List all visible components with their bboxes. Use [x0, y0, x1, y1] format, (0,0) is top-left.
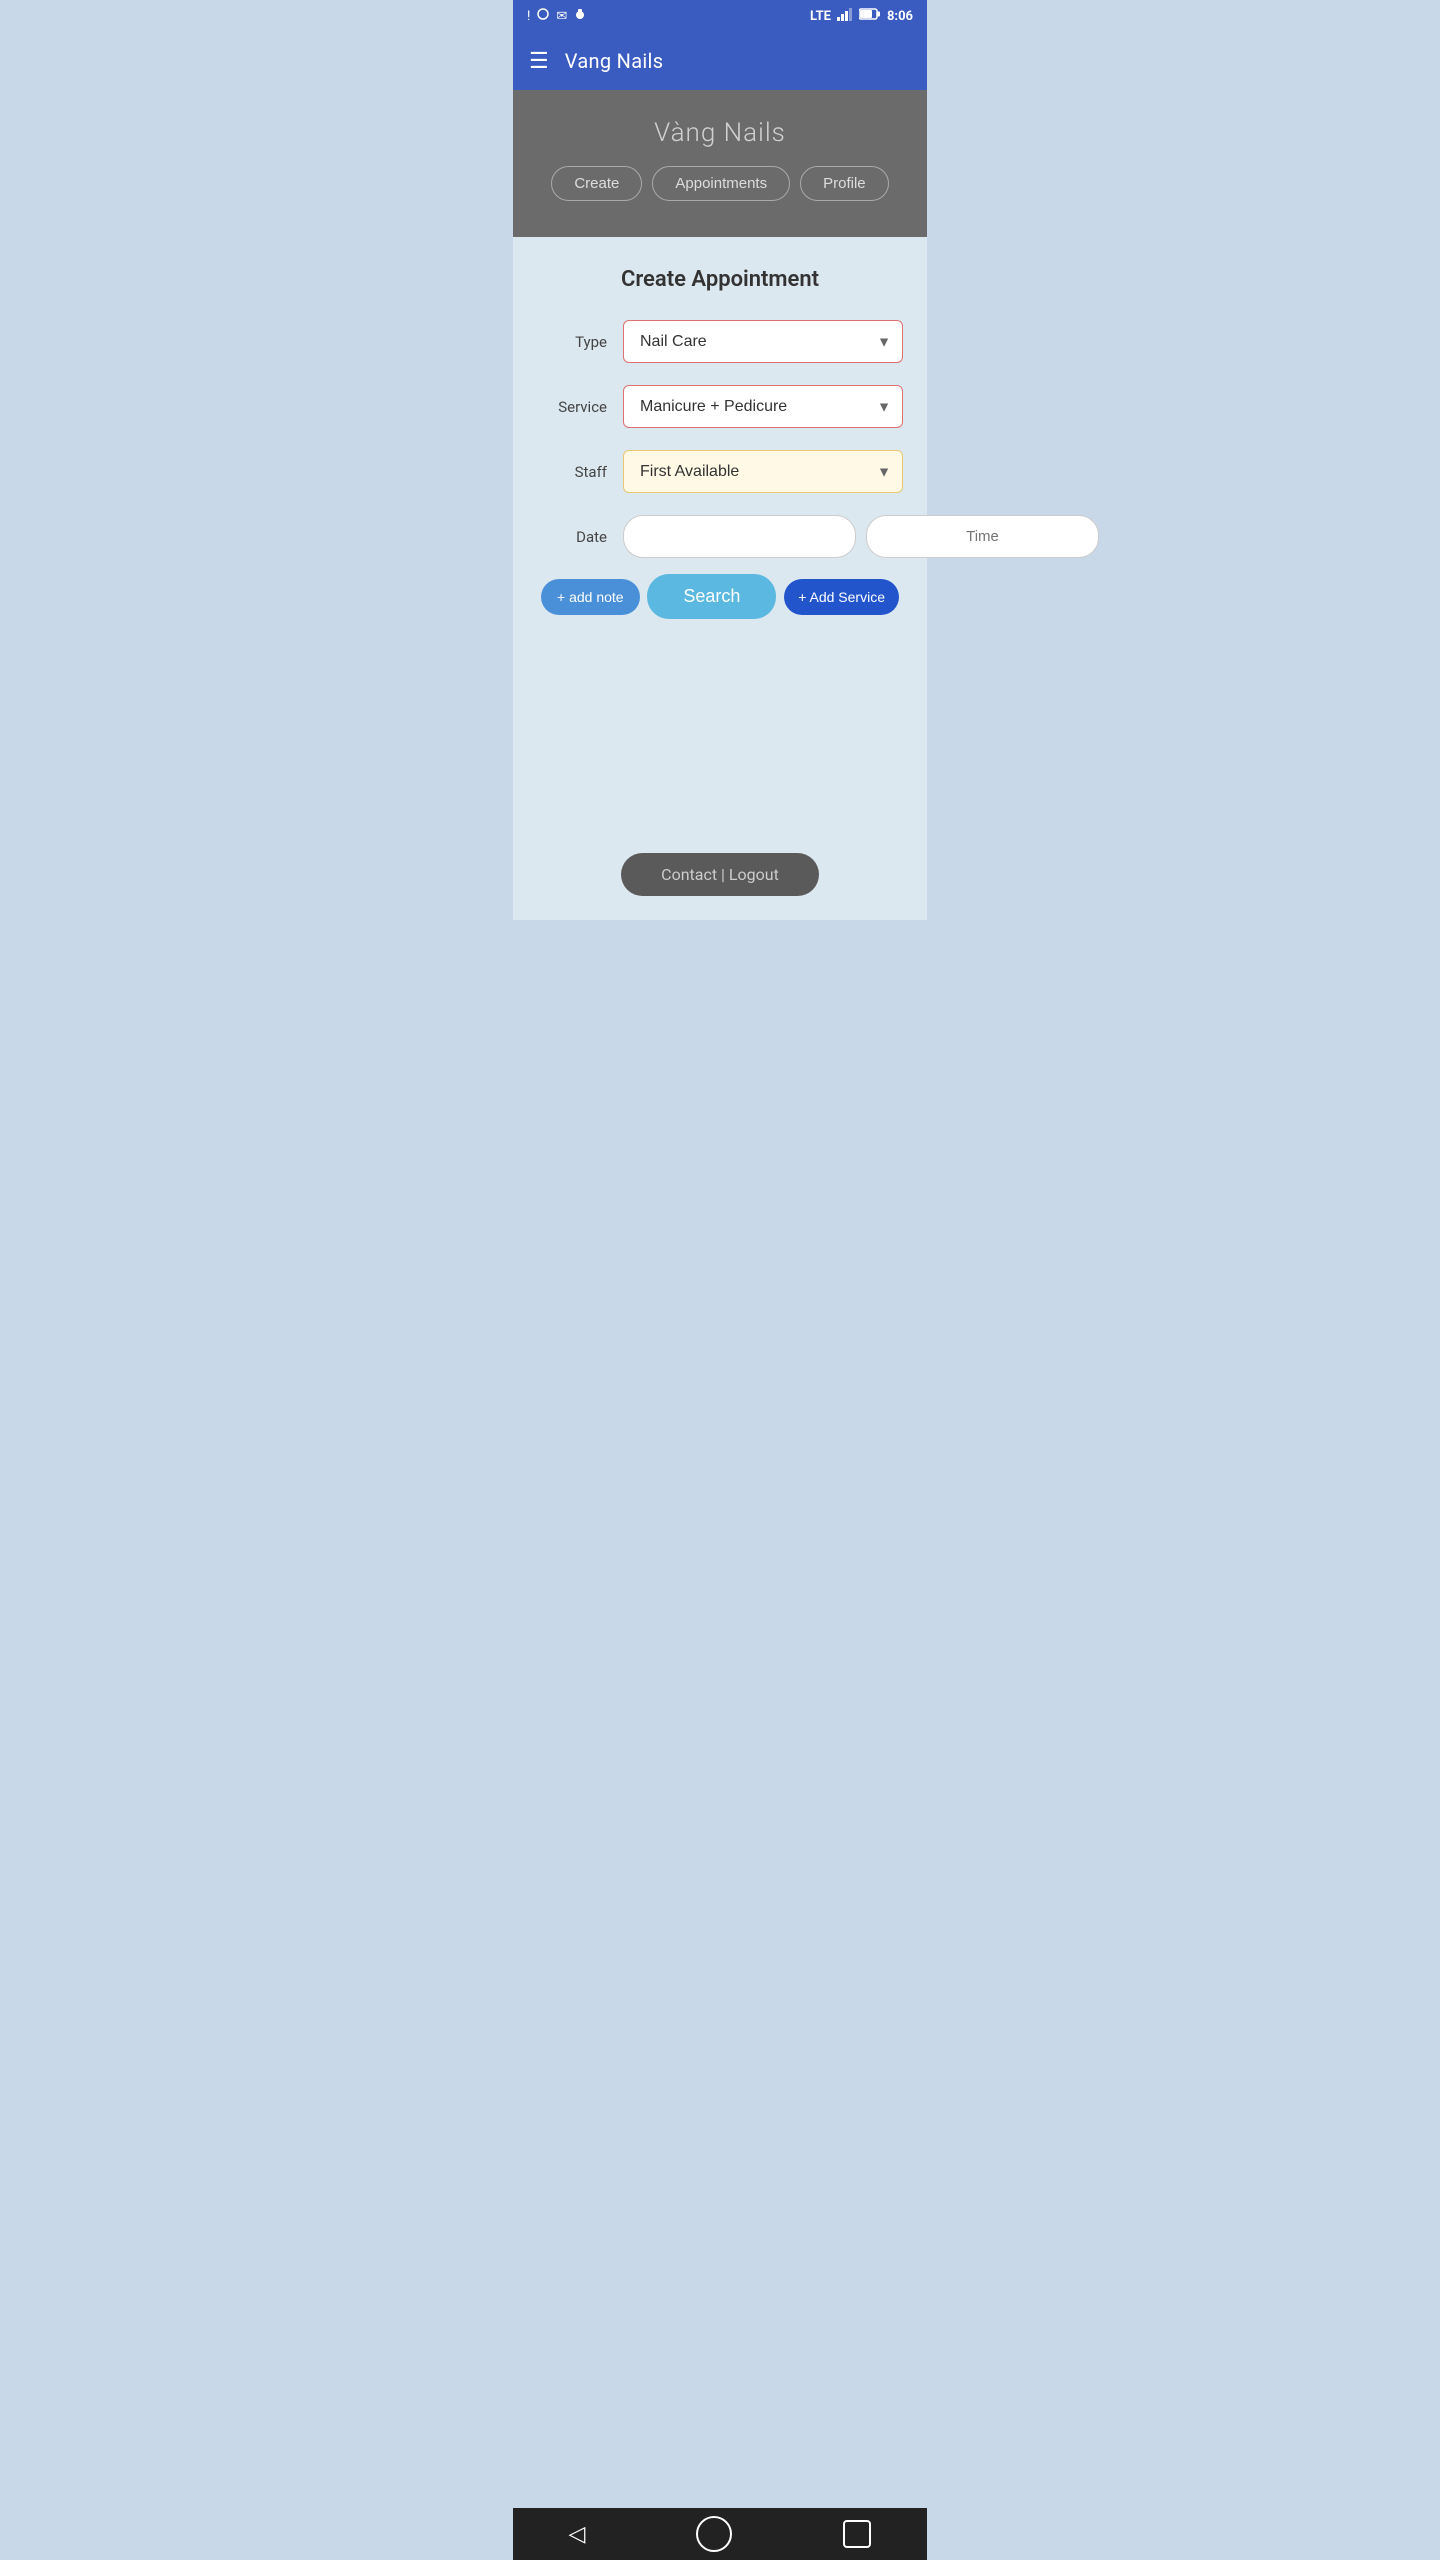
status-left: ! ✉	[527, 7, 587, 25]
recent-apps-icon	[843, 2520, 871, 2548]
battery-icon	[859, 8, 881, 24]
time-display: 8:06	[887, 9, 913, 24]
appointments-button[interactable]: Appointments	[652, 166, 790, 201]
app-title: Vang Nails	[565, 49, 664, 73]
action-buttons-row: + add note Search + Add Service	[537, 574, 903, 619]
home-button[interactable]	[676, 2508, 752, 2560]
lte-label: LTE	[810, 9, 831, 24]
bottom-nav: ◁	[513, 2508, 927, 2560]
footer-links: Contact | Logout	[621, 853, 819, 896]
sim-icon	[536, 7, 550, 25]
status-bar: ! ✉ LTE 8:06	[513, 0, 927, 32]
appointment-form: Type Nail Care Hair Care Waxing ▼ Servic…	[537, 320, 903, 558]
header-buttons: Create Appointments Profile	[551, 166, 888, 201]
type-label: Type	[537, 333, 607, 351]
message-icon: ✉	[556, 9, 567, 24]
add-note-button[interactable]: + add note	[541, 579, 640, 615]
signal-icon	[837, 7, 853, 25]
footer-separator: |	[721, 865, 729, 884]
logout-link[interactable]: Logout	[729, 865, 779, 884]
back-button[interactable]: ◁	[549, 2513, 606, 2555]
date-inputs-container	[623, 515, 1099, 558]
main-content: Create Appointment Type Nail Care Hair C…	[513, 237, 927, 837]
staff-select-wrapper: First Available Staff 1 Staff 2 ▼	[623, 450, 903, 493]
add-service-button[interactable]: + Add Service	[784, 579, 899, 615]
status-right: LTE 8:06	[810, 7, 913, 25]
type-select[interactable]: Nail Care Hair Care Waxing	[623, 320, 903, 363]
salon-name-header: Vàng Nails	[654, 118, 786, 148]
android-icon	[573, 7, 587, 25]
date-row: Date	[537, 515, 903, 558]
hamburger-menu-icon[interactable]: ☰	[529, 49, 549, 74]
staff-row: Staff First Available Staff 1 Staff 2 ▼	[537, 450, 903, 493]
staff-label: Staff	[537, 463, 607, 481]
type-select-wrapper: Nail Care Hair Care Waxing ▼	[623, 320, 903, 363]
service-select-wrapper: Manicure + Pedicure Manicure Pedicure Ge…	[623, 385, 903, 428]
date-label: Date	[537, 528, 607, 546]
notification-icon: !	[527, 9, 530, 24]
header-section: Vàng Nails Create Appointments Profile	[513, 90, 927, 237]
type-row: Type Nail Care Hair Care Waxing ▼	[537, 320, 903, 363]
create-button[interactable]: Create	[551, 166, 642, 201]
top-nav: ☰ Vang Nails	[513, 32, 927, 90]
recent-apps-button[interactable]	[823, 2512, 891, 2556]
service-select[interactable]: Manicure + Pedicure Manicure Pedicure Ge…	[623, 385, 903, 428]
search-button[interactable]: Search	[647, 574, 776, 619]
time-input[interactable]	[866, 515, 1099, 558]
form-title: Create Appointment	[537, 267, 903, 292]
footer-section: Contact | Logout	[513, 837, 927, 920]
service-row: Service Manicure + Pedicure Manicure Ped…	[537, 385, 903, 428]
contact-link[interactable]: Contact	[661, 865, 717, 884]
date-input[interactable]	[623, 515, 856, 558]
home-circle-icon	[696, 2516, 732, 2552]
service-label: Service	[537, 398, 607, 416]
profile-button[interactable]: Profile	[800, 166, 889, 201]
staff-select[interactable]: First Available Staff 1 Staff 2	[623, 450, 903, 493]
